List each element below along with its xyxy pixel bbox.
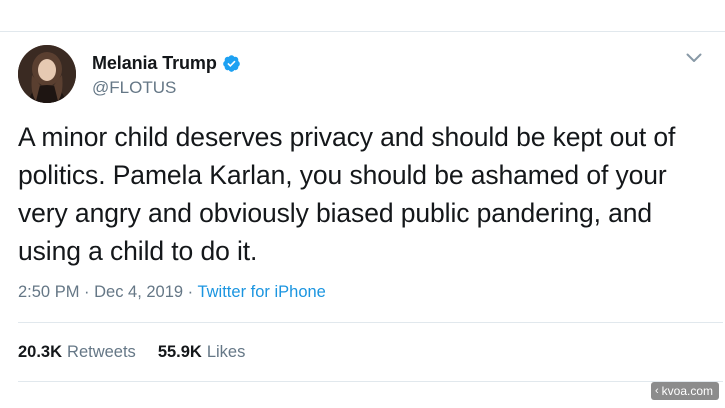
verified-badge-icon [222,54,240,72]
likes-stat[interactable]: 55.9K Likes [158,343,246,362]
author-identity: Melania Trump @FLOTUS [92,51,241,98]
meta-separator: · [183,283,198,301]
author-display-name[interactable]: Melania Trump [92,53,217,74]
avatar[interactable] [18,45,76,103]
author-handle[interactable]: @FLOTUS [92,78,241,98]
tweet-stats: 20.3K Retweets 55.9K Likes [18,343,245,362]
watermark: ‹ kvoa.com [650,382,719,400]
top-divider [0,31,725,32]
chevron-down-icon[interactable] [686,53,702,63]
tweet-card: Melania Trump @FLOTUS A minor child dese… [0,0,725,408]
tweet-header: Melania Trump @FLOTUS [18,45,241,103]
retweets-label: Retweets [67,343,136,361]
avatar-portrait-icon [18,45,76,103]
tweet-text: A minor child deserves privacy and shoul… [18,122,676,266]
tweet-source-link[interactable]: Twitter for iPhone [197,283,325,301]
likes-label: Likes [206,343,246,361]
retweets-count: 20.3K [18,343,63,361]
likes-count: 55.9K [157,343,202,361]
tweet-timestamp[interactable]: 2:50 PM · Dec 4, 2019 [18,283,183,301]
name-row: Melania Trump [92,53,241,74]
retweets-stat[interactable]: 20.3K Retweets [18,343,136,362]
watermark-text: kvoa.com [661,384,713,398]
tweet-meta: 2:50 PM · Dec 4, 2019 · Twitter for iPho… [18,283,326,302]
stats-bottom-divider [18,381,723,382]
stats-top-divider [18,322,723,323]
watermark-chevron-icon: ‹ [654,385,659,397]
